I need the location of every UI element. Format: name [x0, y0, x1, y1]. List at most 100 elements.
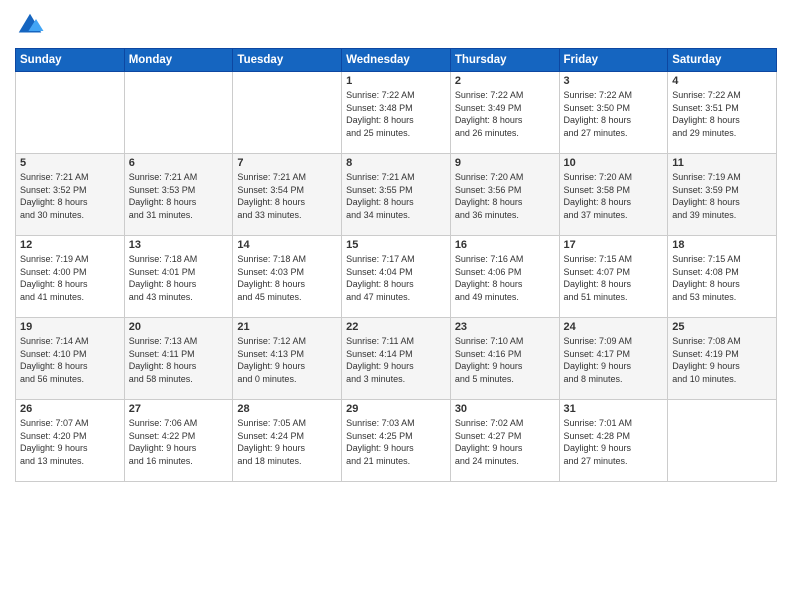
day-number: 6	[129, 157, 229, 169]
weekday-header-sunday: Sunday	[16, 49, 125, 72]
day-info: Sunrise: 7:08 AM Sunset: 4:19 PM Dayligh…	[672, 335, 772, 385]
day-number: 1	[346, 75, 446, 87]
day-info: Sunrise: 7:06 AM Sunset: 4:22 PM Dayligh…	[129, 417, 229, 467]
day-info: Sunrise: 7:21 AM Sunset: 3:54 PM Dayligh…	[237, 171, 337, 221]
day-number: 19	[20, 321, 120, 333]
day-number: 3	[564, 75, 664, 87]
weekday-header-thursday: Thursday	[450, 49, 559, 72]
day-info: Sunrise: 7:19 AM Sunset: 4:00 PM Dayligh…	[20, 253, 120, 303]
day-number: 27	[129, 403, 229, 415]
day-info: Sunrise: 7:16 AM Sunset: 4:06 PM Dayligh…	[455, 253, 555, 303]
day-cell: 9 Sunrise: 7:20 AM Sunset: 3:56 PM Daylig…	[450, 154, 559, 236]
calendar-table: SundayMondayTuesdayWednesdayThursdayFrid…	[15, 48, 777, 482]
day-info: Sunrise: 7:12 AM Sunset: 4:13 PM Dayligh…	[237, 335, 337, 385]
day-number: 11	[672, 157, 772, 169]
day-number: 17	[564, 239, 664, 251]
weekday-header-tuesday: Tuesday	[233, 49, 342, 72]
day-cell: 20Sunrise: 7:13 AM Sunset: 4:11 PM Dayli…	[124, 318, 233, 400]
day-number: 2	[455, 75, 555, 87]
day-info: Sunrise: 7:15 AM Sunset: 4:07 PM Dayligh…	[564, 253, 664, 303]
day-cell: 22 Sunrise: 7:11 AM Sunset: 4:14 PM Dayli…	[342, 318, 451, 400]
day-number: 5	[20, 157, 120, 169]
day-cell: 29 Sunrise: 7:03 AM Sunset: 4:25 PM Dayli…	[342, 400, 451, 482]
day-cell: 12 Sunrise: 7:19 AM Sunset: 4:00 PM Dayli…	[16, 236, 125, 318]
day-info: Sunrise: 7:22 AM Sunset: 3:50 PM Dayligh…	[564, 89, 664, 139]
day-cell: 13 Sunrise: 7:18 AM Sunset: 4:01 PM Dayli…	[124, 236, 233, 318]
day-info: Sunrise: 7:02 AM Sunset: 4:27 PM Dayligh…	[455, 417, 555, 467]
day-cell: 3 Sunrise: 7:22 AM Sunset: 3:50 PM Daylig…	[559, 72, 668, 154]
day-cell: 21 Sunrise: 7:12 AM Sunset: 4:13 PM Dayli…	[233, 318, 342, 400]
day-cell: 6 Sunrise: 7:21 AM Sunset: 3:53 PM Daylig…	[124, 154, 233, 236]
day-info: Sunrise: 7:11 AM Sunset: 4:14 PM Dayligh…	[346, 335, 446, 385]
day-number: 29	[346, 403, 446, 415]
calendar-header: SundayMondayTuesdayWednesdayThursdayFrid…	[16, 49, 777, 72]
day-number: 20	[129, 321, 229, 333]
day-info: Sunrise: 7:21 AM Sunset: 3:55 PM Dayligh…	[346, 171, 446, 221]
day-number: 30	[455, 403, 555, 415]
day-number: 23	[455, 321, 555, 333]
day-number: 22	[346, 321, 446, 333]
day-info: Sunrise: 7:19 AM Sunset: 3:59 PM Dayligh…	[672, 171, 772, 221]
day-cell: 24 Sunrise: 7:09 AM Sunset: 4:17 PM Dayli…	[559, 318, 668, 400]
day-cell: 11 Sunrise: 7:19 AM Sunset: 3:59 PM Dayli…	[668, 154, 777, 236]
day-info: Sunrise: 7:15 AM Sunset: 4:08 PM Dayligh…	[672, 253, 772, 303]
day-info: Sunrise: 7:21 AM Sunset: 3:52 PM Dayligh…	[20, 171, 120, 221]
day-cell: 30 Sunrise: 7:02 AM Sunset: 4:27 PM Dayli…	[450, 400, 559, 482]
week-row-5: 26 Sunrise: 7:07 AM Sunset: 4:20 PM Dayli…	[16, 400, 777, 482]
weekday-header-monday: Monday	[124, 49, 233, 72]
day-cell: 28 Sunrise: 7:05 AM Sunset: 4:24 PM Dayli…	[233, 400, 342, 482]
day-number: 16	[455, 239, 555, 251]
week-row-1: 1Sunrise: 7:22 AM Sunset: 3:48 PM Daylig…	[16, 72, 777, 154]
day-number: 31	[564, 403, 664, 415]
day-cell: 4Sunrise: 7:22 AM Sunset: 3:51 PM Daylig…	[668, 72, 777, 154]
weekday-header-row: SundayMondayTuesdayWednesdayThursdayFrid…	[16, 49, 777, 72]
week-row-2: 5 Sunrise: 7:21 AM Sunset: 3:52 PM Daylig…	[16, 154, 777, 236]
day-info: Sunrise: 7:22 AM Sunset: 3:49 PM Dayligh…	[455, 89, 555, 139]
day-info: Sunrise: 7:21 AM Sunset: 3:53 PM Dayligh…	[129, 171, 229, 221]
day-number: 24	[564, 321, 664, 333]
day-number: 15	[346, 239, 446, 251]
day-number: 28	[237, 403, 337, 415]
day-info: Sunrise: 7:03 AM Sunset: 4:25 PM Dayligh…	[346, 417, 446, 467]
week-row-3: 12 Sunrise: 7:19 AM Sunset: 4:00 PM Dayli…	[16, 236, 777, 318]
day-info: Sunrise: 7:05 AM Sunset: 4:24 PM Dayligh…	[237, 417, 337, 467]
day-info: Sunrise: 7:07 AM Sunset: 4:20 PM Dayligh…	[20, 417, 120, 467]
day-cell: 14 Sunrise: 7:18 AM Sunset: 4:03 PM Dayli…	[233, 236, 342, 318]
day-cell: 17 Sunrise: 7:15 AM Sunset: 4:07 PM Dayli…	[559, 236, 668, 318]
day-number: 14	[237, 239, 337, 251]
day-cell: 8Sunrise: 7:21 AM Sunset: 3:55 PM Daylig…	[342, 154, 451, 236]
day-cell	[124, 72, 233, 154]
calendar-body: 1Sunrise: 7:22 AM Sunset: 3:48 PM Daylig…	[16, 72, 777, 482]
day-cell: 10 Sunrise: 7:20 AM Sunset: 3:58 PM Dayli…	[559, 154, 668, 236]
day-cell: 26 Sunrise: 7:07 AM Sunset: 4:20 PM Dayli…	[16, 400, 125, 482]
day-info: Sunrise: 7:20 AM Sunset: 3:58 PM Dayligh…	[564, 171, 664, 221]
day-info: Sunrise: 7:18 AM Sunset: 4:03 PM Dayligh…	[237, 253, 337, 303]
day-number: 25	[672, 321, 772, 333]
day-info: Sunrise: 7:20 AM Sunset: 3:56 PM Dayligh…	[455, 171, 555, 221]
day-info: Sunrise: 7:18 AM Sunset: 4:01 PM Dayligh…	[129, 253, 229, 303]
day-number: 21	[237, 321, 337, 333]
day-cell: 7Sunrise: 7:21 AM Sunset: 3:54 PM Daylig…	[233, 154, 342, 236]
day-info: Sunrise: 7:22 AM Sunset: 3:51 PM Dayligh…	[672, 89, 772, 139]
day-number: 9	[455, 157, 555, 169]
day-cell: 16 Sunrise: 7:16 AM Sunset: 4:06 PM Dayli…	[450, 236, 559, 318]
day-number: 26	[20, 403, 120, 415]
day-cell: 25 Sunrise: 7:08 AM Sunset: 4:19 PM Dayli…	[668, 318, 777, 400]
weekday-header-saturday: Saturday	[668, 49, 777, 72]
page: SundayMondayTuesdayWednesdayThursdayFrid…	[0, 0, 792, 612]
day-info: Sunrise: 7:01 AM Sunset: 4:28 PM Dayligh…	[564, 417, 664, 467]
day-cell: 15Sunrise: 7:17 AM Sunset: 4:04 PM Dayli…	[342, 236, 451, 318]
day-cell: 5 Sunrise: 7:21 AM Sunset: 3:52 PM Daylig…	[16, 154, 125, 236]
logo	[15, 10, 49, 40]
week-row-4: 19 Sunrise: 7:14 AM Sunset: 4:10 PM Dayli…	[16, 318, 777, 400]
day-cell: 2 Sunrise: 7:22 AM Sunset: 3:49 PM Daylig…	[450, 72, 559, 154]
day-number: 10	[564, 157, 664, 169]
day-info: Sunrise: 7:14 AM Sunset: 4:10 PM Dayligh…	[20, 335, 120, 385]
day-number: 12	[20, 239, 120, 251]
day-cell: 31 Sunrise: 7:01 AM Sunset: 4:28 PM Dayli…	[559, 400, 668, 482]
day-info: Sunrise: 7:09 AM Sunset: 4:17 PM Dayligh…	[564, 335, 664, 385]
day-cell	[16, 72, 125, 154]
day-cell: 1Sunrise: 7:22 AM Sunset: 3:48 PM Daylig…	[342, 72, 451, 154]
day-number: 18	[672, 239, 772, 251]
day-number: 13	[129, 239, 229, 251]
